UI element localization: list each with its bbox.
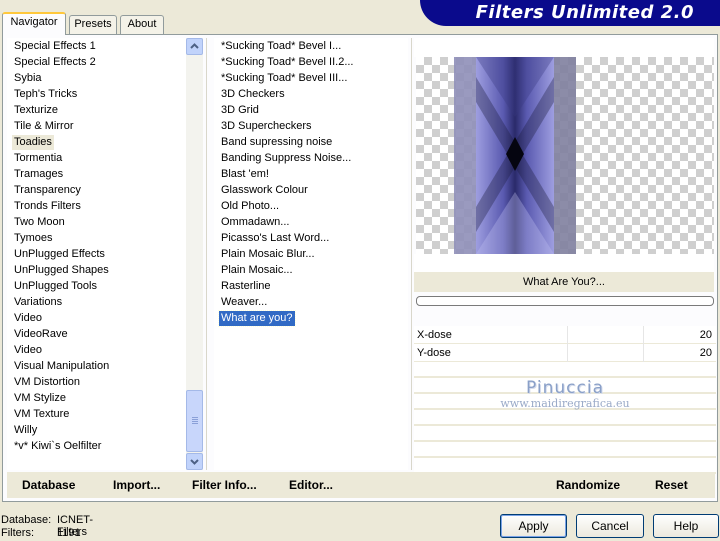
scroll-down-button[interactable]	[186, 453, 203, 470]
category-item[interactable]: Sybia	[12, 71, 44, 86]
category-scrollbar[interactable]	[186, 38, 203, 470]
param-value: 20	[699, 347, 712, 359]
category-item[interactable]: VM Distortion	[12, 375, 82, 390]
category-item[interactable]: Teph's Tricks	[12, 87, 79, 102]
filter-item[interactable]: Picasso's Last Word...	[219, 231, 331, 246]
apply-button[interactable]: Apply	[500, 514, 567, 538]
category-item[interactable]: Video	[12, 311, 44, 326]
scroll-thumb[interactable]	[186, 390, 203, 452]
category-item[interactable]: Tormentia	[12, 151, 64, 166]
param-row-empty	[414, 442, 716, 458]
tab-navigator[interactable]: Navigator	[2, 12, 66, 35]
preview-image	[416, 57, 714, 254]
filter-item[interactable]: Band supressing noise	[219, 135, 334, 150]
param-row-empty	[414, 394, 716, 410]
title-banner: Filters Unlimited 2.0	[420, 0, 720, 26]
filter-item[interactable]: Plain Mosaic Blur...	[219, 247, 317, 262]
filter-item[interactable]: Plain Mosaic...	[219, 263, 295, 278]
editor-button[interactable]: Editor...	[289, 478, 333, 492]
filter-item[interactable]: 3D Checkers	[219, 87, 287, 102]
filter-item[interactable]: What are you?	[218, 310, 296, 327]
scroll-up-button[interactable]	[186, 38, 203, 55]
filter-list[interactable]: *Sucking Toad* Bevel I... *Sucking Toad* …	[214, 38, 408, 470]
filter-item[interactable]: Blast 'em!	[219, 167, 271, 182]
param-label: X-dose	[417, 329, 452, 341]
category-item[interactable]: Visual Manipulation	[12, 359, 111, 374]
filter-item[interactable]: *Sucking Toad* Bevel II.2...	[219, 55, 356, 70]
category-item[interactable]: *v* Kiwi`s Oelfilter	[12, 439, 103, 454]
category-item[interactable]: UnPlugged Tools	[12, 279, 99, 294]
category-item[interactable]: VM Texture	[12, 407, 71, 422]
filter-item[interactable]: Weaver...	[219, 295, 269, 310]
category-item[interactable]: Willy	[12, 423, 39, 438]
help-button[interactable]: Help	[653, 514, 719, 538]
param-row-empty	[414, 426, 716, 442]
category-item[interactable]: Variations	[12, 295, 64, 310]
category-item[interactable]: Tile & Mirror	[12, 119, 75, 134]
param-row-empty	[414, 378, 716, 394]
category-item[interactable]: Tramages	[12, 167, 65, 182]
category-item[interactable]: Tymoes	[12, 231, 55, 246]
param-label: Y-dose	[417, 347, 451, 359]
category-item[interactable]: Special Effects 2	[12, 55, 98, 70]
randomize-button[interactable]: Randomize	[556, 478, 620, 492]
progress-bar	[416, 296, 714, 306]
category-item[interactable]: Toadies	[12, 135, 54, 150]
preview-bottom-spacer	[414, 254, 714, 272]
status-label: Database:	[1, 514, 52, 526]
category-item[interactable]: Texturize	[12, 103, 60, 118]
param-row-x-dose[interactable]: X-dose 20	[414, 326, 716, 344]
divider	[206, 38, 207, 470]
chevron-up-icon	[190, 43, 199, 49]
category-item[interactable]: VideoRave	[12, 327, 70, 342]
param-row-y-dose[interactable]: Y-dose 20	[414, 344, 716, 362]
cancel-button[interactable]: Cancel	[576, 514, 644, 538]
filter-item[interactable]: *Sucking Toad* Bevel I...	[219, 39, 343, 54]
filter-item[interactable]: Rasterline	[219, 279, 273, 294]
category-item[interactable]: Transparency	[12, 183, 83, 198]
category-item[interactable]: UnPlugged Shapes	[12, 263, 111, 278]
category-item[interactable]: UnPlugged Effects	[12, 247, 107, 262]
tab-about[interactable]: About	[120, 15, 164, 34]
category-item[interactable]: VM Stylize	[12, 391, 68, 406]
param-row-empty	[414, 410, 716, 426]
filter-item[interactable]: Old Photo...	[219, 199, 281, 214]
filter-item[interactable]: Banding Suppress Noise...	[219, 151, 353, 166]
category-item[interactable]: Special Effects 1	[12, 39, 98, 54]
preview-graphic	[454, 57, 576, 254]
filter-item[interactable]: 3D Supercheckers	[219, 119, 314, 134]
import-button[interactable]: Import...	[113, 478, 160, 492]
filter-item[interactable]: 3D Grid	[219, 103, 261, 118]
category-list[interactable]: Special Effects 1 Special Effects 2 Sybia T…	[7, 38, 203, 470]
parameter-list: X-dose 20 Y-dose 20	[414, 326, 716, 474]
param-row-empty	[414, 362, 716, 378]
filter-item[interactable]: Ommadawn...	[219, 215, 291, 230]
category-item[interactable]: Two Moon	[12, 215, 67, 230]
preview-top-spacer	[414, 38, 714, 57]
app-title: Filters Unlimited 2.0	[475, 2, 694, 23]
status-label: Filters:	[1, 527, 34, 539]
param-slider[interactable]	[492, 344, 676, 362]
tab-presets[interactable]: Presets	[69, 15, 117, 34]
param-value: 20	[699, 329, 712, 341]
filter-title: What Are You?...	[414, 272, 714, 292]
database-button[interactable]: Database	[22, 478, 75, 492]
status-value: 1191	[57, 527, 81, 539]
param-slider[interactable]	[492, 326, 676, 344]
filter-item[interactable]: Glasswork Colour	[219, 183, 310, 198]
reset-button[interactable]: Reset	[655, 478, 688, 492]
filter-info-button[interactable]: Filter Info...	[192, 478, 257, 492]
filter-item[interactable]: *Sucking Toad* Bevel III...	[219, 71, 349, 86]
chevron-down-icon	[190, 459, 199, 465]
category-item[interactable]: Tronds Filters	[12, 199, 83, 214]
divider	[411, 38, 412, 470]
category-item[interactable]: Video	[12, 343, 44, 358]
